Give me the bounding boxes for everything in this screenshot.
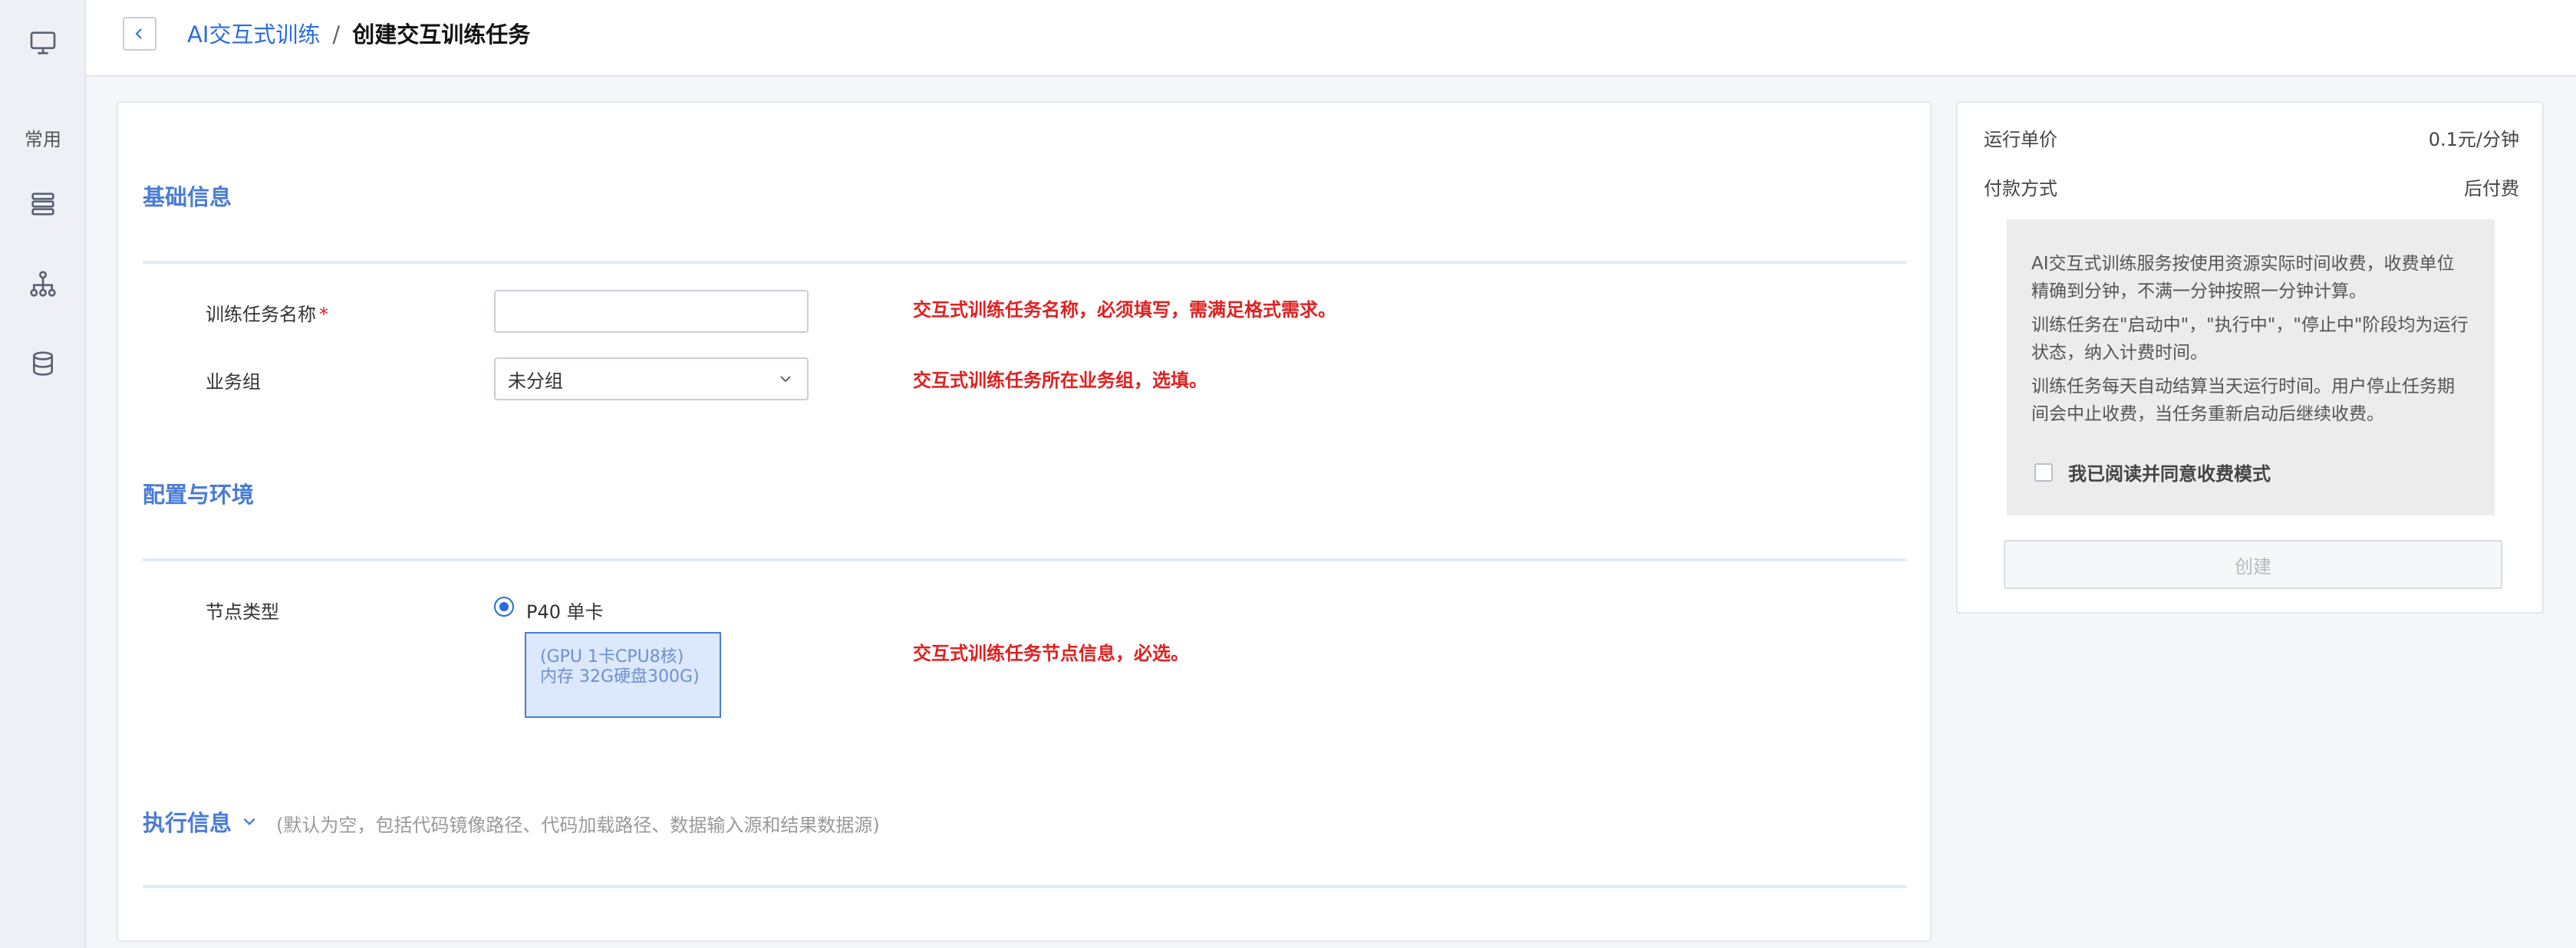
agree-row[interactable]: 我已阅读并同意收费模式 bbox=[2034, 459, 2271, 486]
node-hint: 交互式训练任务节点信息，必选。 bbox=[913, 643, 1189, 664]
notice-paragraph: 训练任务在"启动中"，"执行中"，"停止中"阶段均为运行状态，纳入计费时间。 bbox=[2031, 315, 2469, 363]
monitor-icon[interactable] bbox=[26, 26, 60, 60]
chevron-down-icon bbox=[243, 818, 255, 826]
notice-paragraph: 训练任务每天自动结算当天运行时间。用户停止任务期间会中止收费，当任务重新启动后继… bbox=[2031, 377, 2455, 424]
task-name-label: 训练任务名称 * bbox=[206, 299, 328, 326]
sidebar-common-label: 常用 bbox=[25, 129, 61, 150]
node-spec-line1: (GPU 1卡CPU8核) bbox=[540, 647, 684, 667]
node-spec-line2: 内存 32G硬盘300G) bbox=[540, 667, 700, 686]
divider bbox=[143, 885, 1907, 888]
task-name-label-text: 训练任务名称 bbox=[206, 304, 316, 325]
top-bar: AI交互式训练 / 创建交互训练任务 bbox=[86, 0, 2576, 77]
section-title-config: 配置与环境 bbox=[143, 482, 255, 508]
group-select-value: 未分组 bbox=[508, 370, 563, 392]
unit-price-label: 运行单价 bbox=[1984, 129, 2057, 150]
notice-paragraph: AI交互式训练服务按使用资源实际时间收费，收费单位精确到分钟，不满一分钟按照一分… bbox=[2031, 254, 2455, 301]
org-tree-icon[interactable] bbox=[26, 267, 60, 301]
payment-label: 付款方式 bbox=[1984, 178, 2057, 199]
task-name-input[interactable] bbox=[494, 290, 809, 333]
breadcrumb-separator: / bbox=[332, 21, 341, 48]
group-hint: 交互式训练任务所在业务组，选填。 bbox=[913, 370, 1207, 391]
breadcrumb: AI交互式训练 / 创建交互训练任务 bbox=[187, 20, 530, 49]
payment-value: 后付费 bbox=[2464, 178, 2519, 199]
server-stack-icon[interactable] bbox=[26, 187, 60, 221]
form-card: 基础信息 训练任务名称 * 交互式训练任务名称，必须填写，需满足格式需求。 业务组… bbox=[117, 101, 1932, 942]
exec-section-note: (默认为空，包括代码镜像路径、代码加载路径、数据输入源和结果数据源) bbox=[276, 815, 880, 836]
node-type-radio[interactable] bbox=[494, 597, 514, 617]
divider bbox=[143, 261, 1907, 264]
section-title-exec[interactable]: 执行信息 bbox=[143, 805, 258, 838]
database-icon[interactable] bbox=[26, 347, 60, 380]
back-button[interactable] bbox=[123, 17, 156, 51]
node-option-label[interactable]: P40 单卡 bbox=[526, 597, 604, 624]
node-spec-card[interactable]: (GPU 1卡CPU8核) 内存 32G硬盘300G) bbox=[525, 632, 721, 718]
required-mark: * bbox=[319, 304, 328, 325]
chevron-left-icon bbox=[135, 28, 142, 39]
agree-checkbox[interactable] bbox=[2034, 462, 2053, 482]
page-title: 创建交互训练任务 bbox=[352, 21, 531, 48]
divider bbox=[143, 558, 1907, 561]
group-select[interactable]: 未分组 bbox=[494, 357, 809, 400]
sidebar: 常用 bbox=[0, 0, 86, 948]
chevron-down-icon bbox=[780, 376, 791, 383]
agree-label[interactable]: 我已阅读并同意收费模式 bbox=[2068, 459, 2271, 486]
exec-title-text: 执行信息 bbox=[143, 810, 232, 836]
breadcrumb-parent-link[interactable]: AI交互式训练 bbox=[187, 21, 320, 48]
task-name-hint: 交互式训练任务名称，必须填写，需满足格式需求。 bbox=[913, 299, 1336, 321]
node-type-label: 节点类型 bbox=[206, 601, 279, 623]
unit-price-value: 0.1元/分钟 bbox=[2428, 129, 2519, 150]
section-title-basic: 基础信息 bbox=[143, 184, 232, 210]
group-label: 业务组 bbox=[206, 371, 261, 393]
pricing-card: 运行单价 0.1元/分钟 付款方式 后付费 AI交互式训练服务按使用资源实际时间… bbox=[1956, 101, 2544, 614]
create-button[interactable]: 创建 bbox=[2004, 540, 2502, 589]
